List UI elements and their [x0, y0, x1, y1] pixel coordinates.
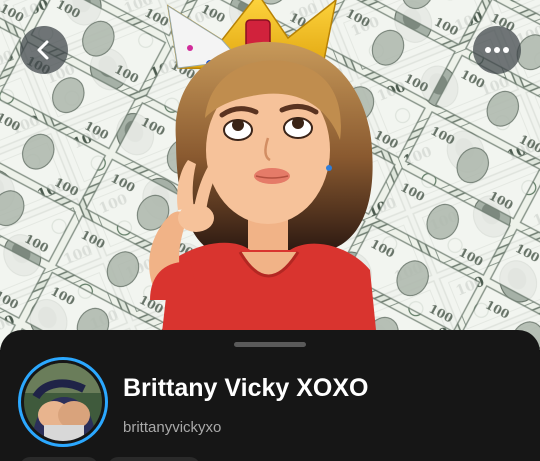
sheet-drag-handle[interactable] [234, 342, 306, 347]
username: brittanyvickyxo [123, 419, 222, 436]
bitmoji-banner-image: 100 100 100 100 [0, 0, 540, 350]
profile-screen: 100 100 100 100 [0, 0, 540, 461]
display-name: Brittany Vicky XOXO [123, 374, 369, 402]
back-button[interactable] [20, 26, 68, 74]
profile-banner: 100 100 100 100 [0, 0, 540, 350]
action-chip[interactable] [20, 457, 98, 461]
chevron-left-icon [37, 40, 49, 60]
avatar-story-ring[interactable] [18, 357, 108, 447]
avatar-photo [24, 363, 102, 441]
avatar [24, 363, 102, 441]
more-horizontal-icon [485, 47, 509, 53]
action-chip[interactable] [108, 457, 200, 461]
more-options-button[interactable] [473, 26, 521, 74]
profile-sheet: Brittany Vicky XOXO brittanyvickyxo [0, 330, 540, 461]
